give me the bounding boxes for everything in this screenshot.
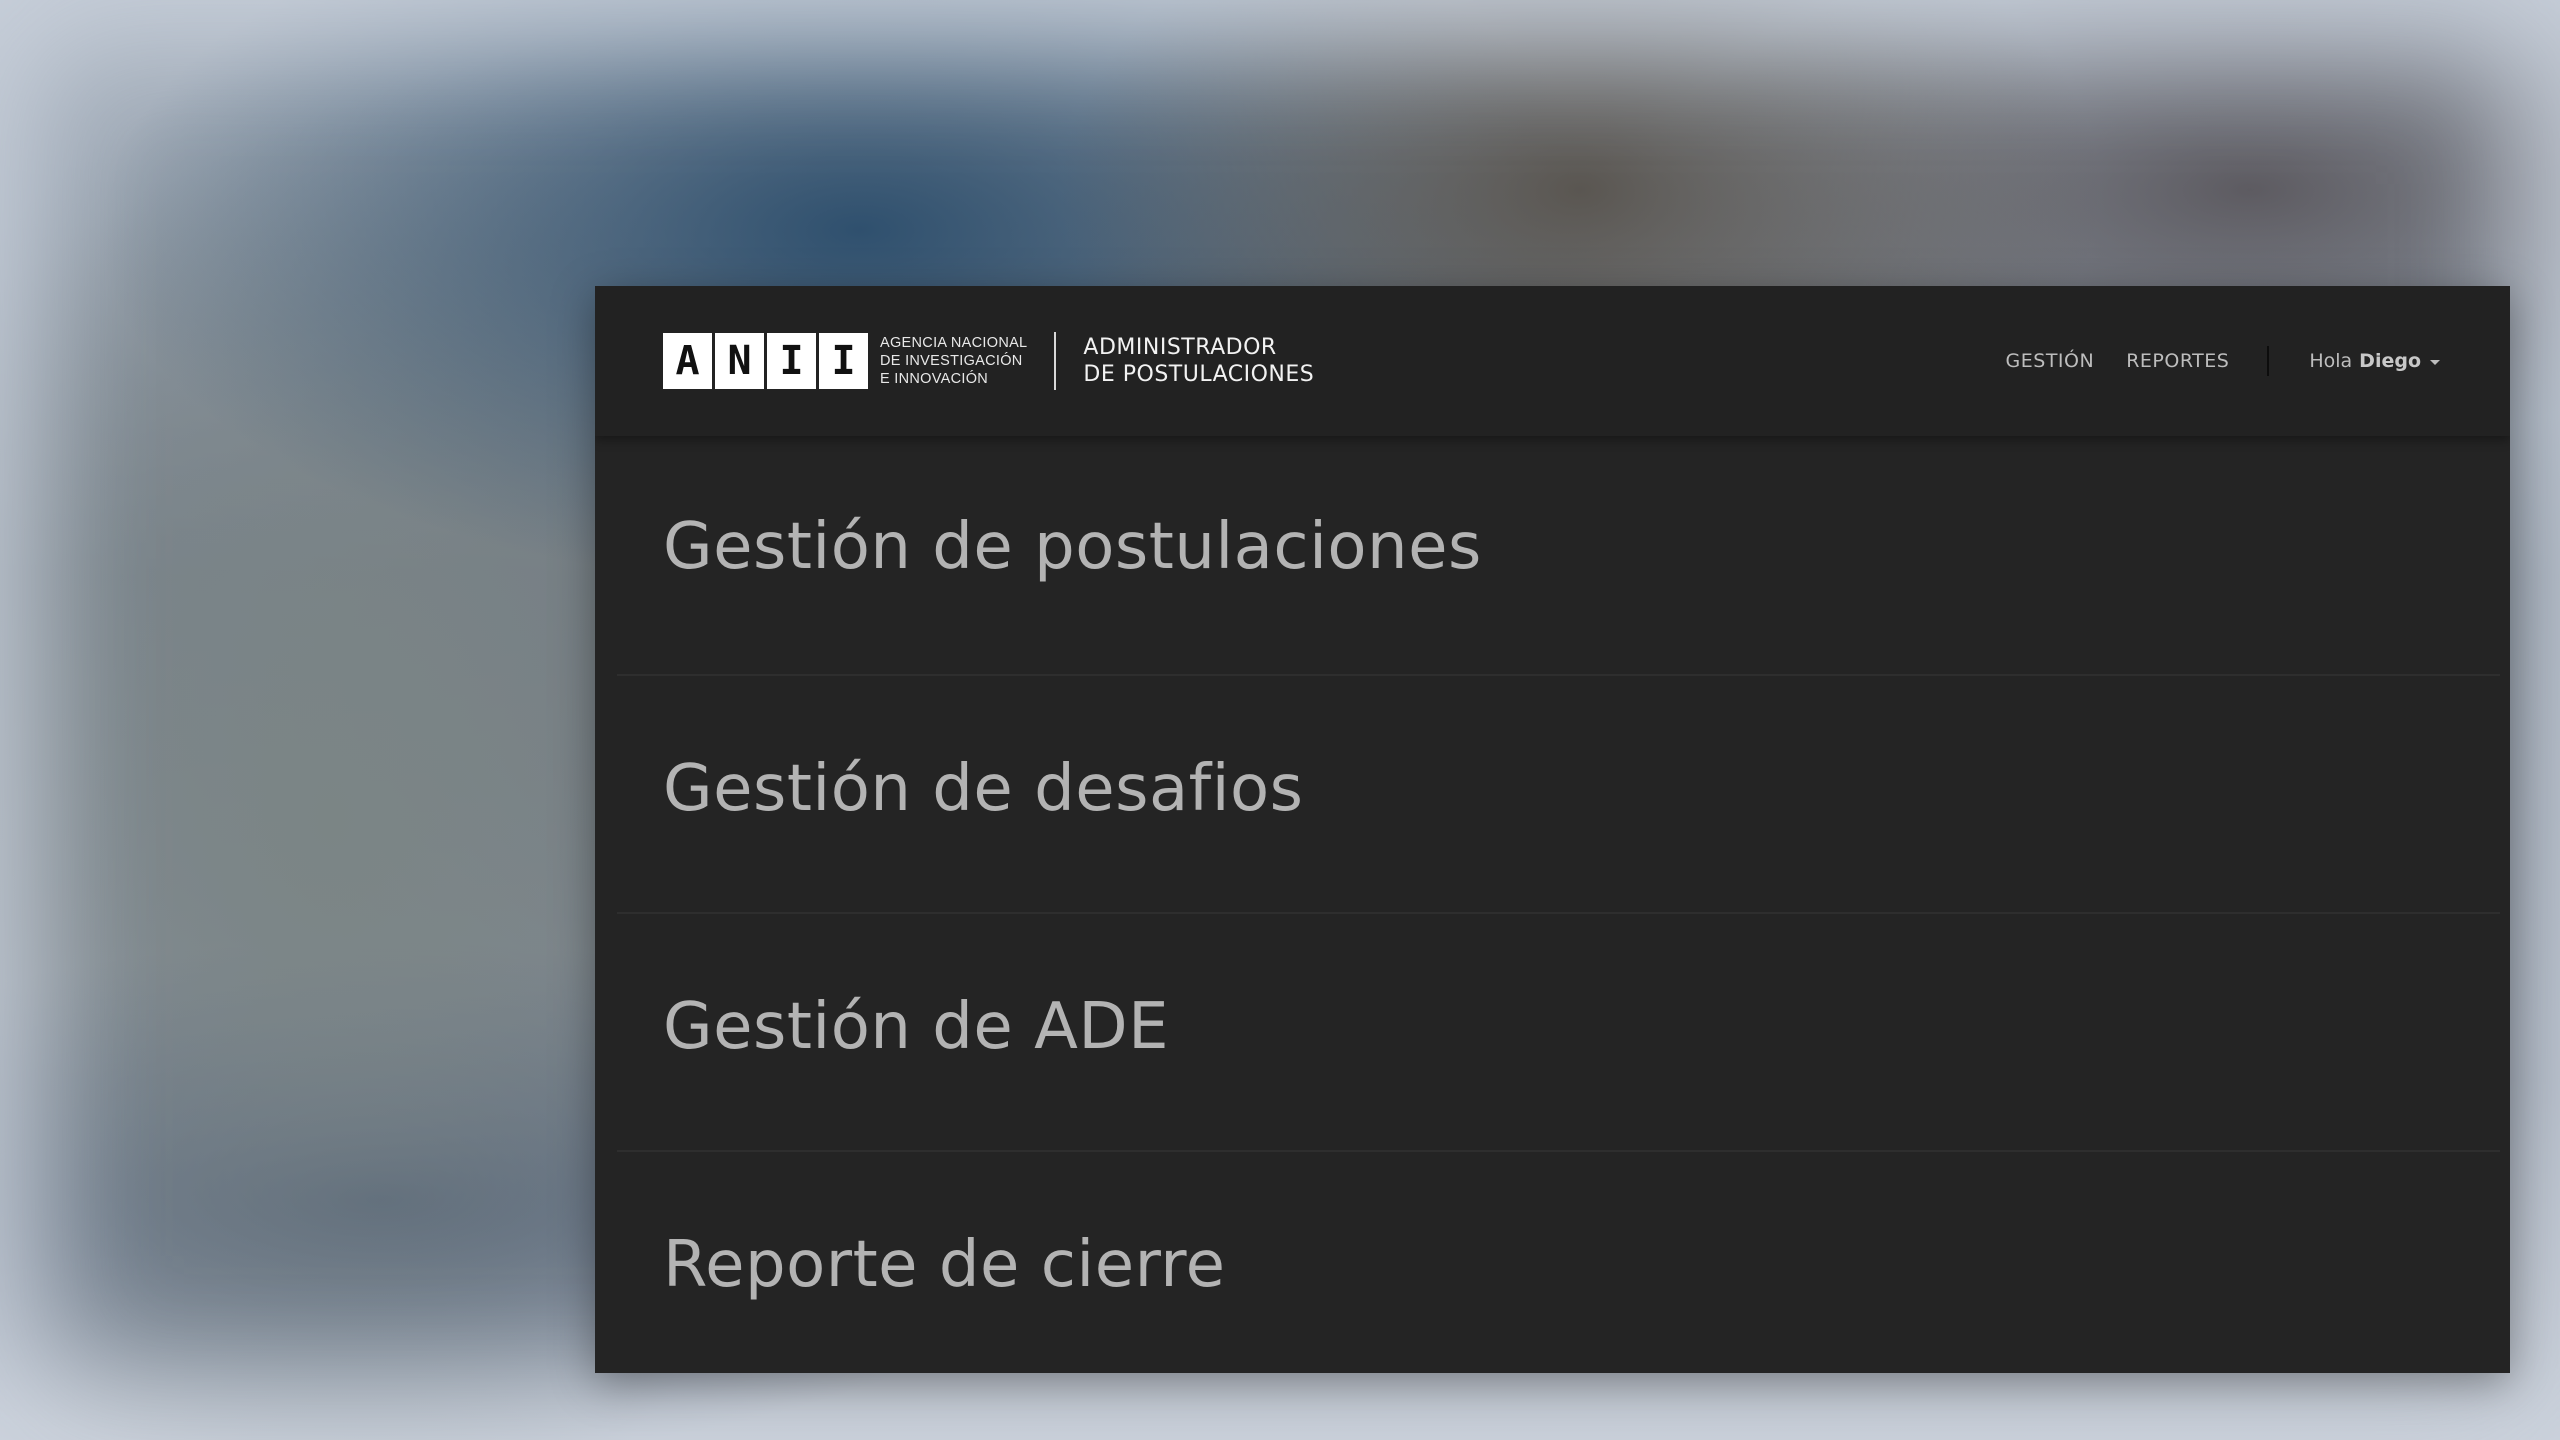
top-navbar: A N I I AGENCIA NACIONAL DE INVESTIGACIÓ… bbox=[595, 286, 2510, 436]
caret-down-icon bbox=[2430, 359, 2440, 365]
user-name: Diego bbox=[2359, 350, 2421, 372]
menu-item-reporte-cierre[interactable]: Reporte de cierre bbox=[595, 1152, 2510, 1372]
logo-letter: I bbox=[819, 333, 868, 389]
logo-letter: A bbox=[663, 333, 712, 389]
menu-item-label: Reporte de cierre bbox=[663, 1228, 1226, 1302]
app-title-line2: DE POSTULACIONES bbox=[1083, 362, 1315, 387]
greeting-text: Hola bbox=[2309, 350, 2353, 372]
menu-item-label: Gestión de postulaciones bbox=[663, 510, 1482, 584]
menu-item-label: Gestión de ADE bbox=[663, 990, 1170, 1064]
user-menu-dropdown[interactable]: Hola Diego bbox=[2309, 350, 2440, 372]
menu-item-gestion-ade[interactable]: Gestión de ADE bbox=[595, 914, 2510, 1152]
logo-letter: N bbox=[715, 333, 764, 389]
main-menu-list: Gestión de postulaciones Gestión de desa… bbox=[595, 436, 2510, 1372]
agency-line: E INNOVACIÓN bbox=[880, 371, 989, 387]
anii-logo-mark: A N I I bbox=[663, 333, 868, 389]
logo-letter: I bbox=[767, 333, 816, 389]
menu-item-gestion-postulaciones[interactable]: Gestión de postulaciones bbox=[595, 436, 2510, 676]
brand-logo[interactable]: A N I I AGENCIA NACIONAL DE INVESTIGACIÓ… bbox=[663, 332, 1314, 390]
nav-link-gestion[interactable]: GESTIÓN bbox=[2006, 350, 2095, 372]
app-title: ADMINISTRADOR DE POSTULACIONES bbox=[1083, 334, 1314, 388]
agency-line: DE INVESTIGACIÓN bbox=[880, 353, 1023, 369]
app-title-line1: ADMINISTRADOR bbox=[1083, 335, 1277, 360]
app-window: A N I I AGENCIA NACIONAL DE INVESTIGACIÓ… bbox=[595, 286, 2510, 1373]
agency-line: AGENCIA NACIONAL bbox=[880, 335, 1028, 351]
nav-link-reportes[interactable]: REPORTES bbox=[2126, 350, 2229, 372]
brand-divider bbox=[1054, 332, 1057, 390]
agency-name: AGENCIA NACIONAL DE INVESTIGACIÓN E INNO… bbox=[880, 334, 1027, 388]
main-nav: GESTIÓN REPORTES Hola Diego bbox=[1974, 286, 2440, 436]
nav-divider bbox=[2267, 346, 2270, 376]
menu-item-label: Gestión de desafios bbox=[663, 752, 1304, 826]
menu-item-gestion-desafios[interactable]: Gestión de desafios bbox=[595, 676, 2510, 914]
